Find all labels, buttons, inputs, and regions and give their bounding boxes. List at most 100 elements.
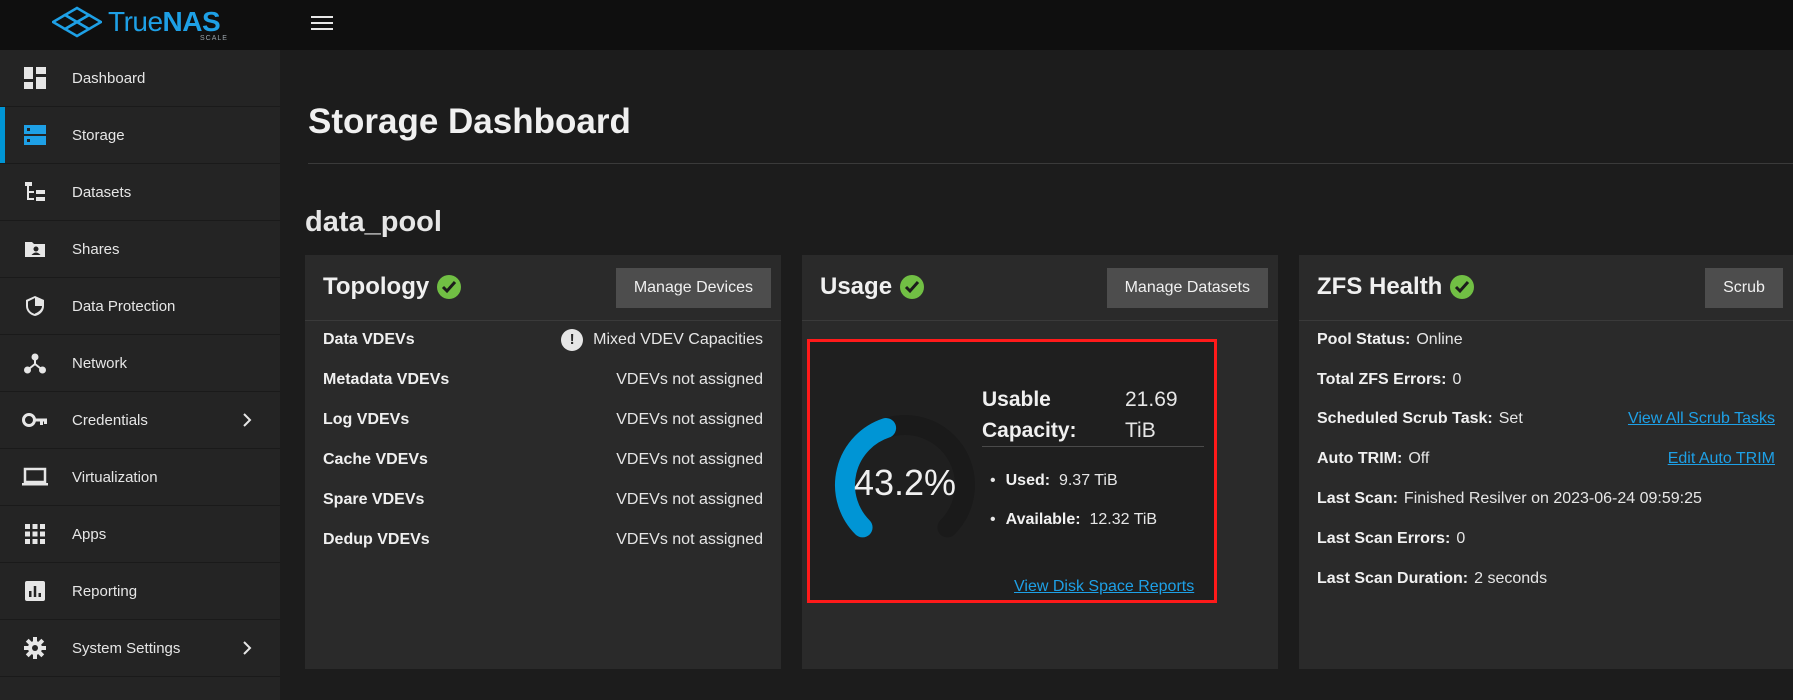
zfs-row-auto-trim: Auto TRIM: Off Edit Auto TRIM [1317, 447, 1775, 471]
sidebar-item-shares[interactable]: Shares [0, 221, 280, 278]
zfs-row-last-scan-duration: Last Scan Duration: 2 seconds [1317, 567, 1775, 591]
row-value: 2 seconds [1474, 570, 1548, 587]
card-header: Topology Manage Devices [305, 255, 781, 321]
sidebar-item-reporting[interactable]: Reporting [0, 563, 280, 620]
zfs-row-last-scan: Last Scan: Finished Resilver on 2023-06-… [1317, 487, 1775, 511]
row-value: Online [1416, 331, 1463, 348]
sidebar: Dashboard Storage Datasets Shares Data P… [0, 50, 280, 700]
sidebar-item-label: Reporting [72, 582, 138, 600]
truenas-logo[interactable]: TrueNAS SCALE [52, 4, 242, 44]
sidebar-item-network[interactable]: Network [0, 335, 280, 392]
sidebar-item-apps[interactable]: Apps [0, 506, 280, 563]
row-value: VDEVs not assigned [616, 411, 763, 428]
reporting-icon [22, 578, 48, 604]
main-content: Storage Dashboard data_pool Topology Man… [280, 50, 1793, 700]
sidebar-item-label: Dashboard [72, 69, 146, 87]
row-value: VDEVs not assigned [616, 491, 763, 508]
sidebar-item-credentials[interactable]: Credentials [0, 392, 280, 449]
sidebar-item-label: Data Protection [72, 297, 176, 315]
dashboard-icon [22, 65, 48, 91]
usable-capacity-value: 21.69 TiB [1125, 388, 1178, 442]
available-item: Available: 12.32 TiB [990, 511, 1158, 529]
usable-capacity-label: Usable Capacity: [982, 388, 1077, 442]
sidebar-item-data-protection[interactable]: Data Protection [0, 278, 280, 335]
datasets-icon [22, 179, 48, 205]
check-circle-icon [437, 275, 462, 299]
page-title: Storage Dashboard [308, 102, 631, 141]
sidebar-item-datasets[interactable]: Datasets [0, 164, 280, 221]
check-circle-icon [1450, 275, 1475, 299]
shares-icon [22, 236, 48, 262]
laptop-icon [22, 464, 48, 490]
used-item: Used: 9.37 TiB [990, 472, 1118, 490]
zfs-health-card: ZFS Health Scrub Pool Status: Online Tot… [1299, 255, 1793, 669]
edit-auto-trim-link[interactable]: Edit Auto TRIM [1668, 450, 1775, 468]
row-label: Scheduled Scrub Task: [1317, 410, 1493, 427]
pool-name: data_pool [305, 206, 442, 238]
sidebar-item-label: Virtualization [72, 468, 158, 486]
sidebar-item-label: Credentials [72, 411, 148, 429]
view-disk-space-reports-link[interactable]: View Disk Space Reports [1014, 578, 1194, 596]
row-value: Finished Resilver on 2023-06-24 09:59:25 [1403, 490, 1702, 507]
topology-row-data: Data VDEVs ! Mixed VDEV Capacities [323, 328, 763, 352]
warning-icon[interactable]: ! [561, 329, 584, 351]
logo-subtitle: SCALE [200, 35, 228, 42]
zfs-row-pool-status: Pool Status: Online [1317, 328, 1775, 352]
topology-row-metadata: Metadata VDEVs VDEVs not assigned [323, 368, 763, 392]
sidebar-item-storage[interactable]: Storage [0, 107, 280, 164]
manage-devices-button[interactable]: Manage Devices [615, 268, 771, 308]
scrub-button[interactable]: Scrub [1705, 268, 1783, 308]
logo-text: TrueNAS [108, 6, 221, 37]
usage-percent: 43.2% [853, 462, 957, 503]
topology-row-cache: Cache VDEVs VDEVs not assigned [323, 448, 763, 472]
topology-row-spare: Spare VDEVs VDEVs not assigned [323, 488, 763, 512]
chevron-right-icon [243, 641, 252, 655]
truenas-logo-icon [52, 6, 102, 38]
divider [308, 163, 1793, 164]
sidebar-item-system-settings[interactable]: System Settings [0, 620, 280, 677]
row-value: VDEVs not assigned [616, 451, 763, 468]
row-value: VDEVs not assigned [616, 531, 763, 548]
sidebar-item-label: System Settings [72, 639, 181, 657]
sidebar-item-virtualization[interactable]: Virtualization [0, 449, 280, 506]
top-bar: TrueNAS SCALE [0, 0, 1793, 50]
topology-row-dedup: Dedup VDEVs VDEVs not assigned [323, 528, 763, 552]
apps-grid-icon [22, 521, 48, 547]
gear-icon [22, 635, 48, 661]
chevron-right-icon [243, 413, 252, 427]
row-label: Total ZFS Errors: [1317, 371, 1447, 388]
row-value: 0 [1452, 371, 1462, 388]
zfs-row-scheduled-scrub: Scheduled Scrub Task: Set View All Scrub… [1317, 407, 1775, 431]
row-label: Dedup VDEVs [323, 531, 430, 548]
hamburger-icon[interactable] [308, 12, 336, 36]
sidebar-item-label: Apps [72, 525, 107, 543]
row-value: Set [1498, 410, 1523, 427]
row-label: Last Scan: [1317, 490, 1398, 507]
row-label: Auto TRIM: [1317, 450, 1403, 467]
usage-card: Usage Manage Datasets 43.2% Usable Capaci… [802, 255, 1278, 669]
card-header: ZFS Health Scrub [1299, 255, 1793, 321]
view-all-scrub-tasks-link[interactable]: View All Scrub Tasks [1628, 410, 1775, 428]
row-label: Data VDEVs [323, 331, 415, 348]
row-value: Off [1408, 450, 1430, 467]
row-value: ! Mixed VDEV Capacities [561, 329, 763, 351]
sidebar-item-label: Network [72, 354, 128, 372]
row-label: Last Scan Errors: [1317, 530, 1451, 547]
divider [982, 446, 1204, 447]
row-label: Metadata VDEVs [323, 371, 450, 388]
manage-datasets-button[interactable]: Manage Datasets [1106, 268, 1268, 308]
sidebar-item-label: Datasets [72, 183, 132, 201]
key-icon [22, 407, 48, 433]
card-title: Topology [323, 273, 462, 301]
sidebar-item-dashboard[interactable]: Dashboard [0, 50, 280, 107]
sidebar-item-label: Shares [72, 240, 120, 258]
row-label: Log VDEVs [323, 411, 410, 428]
topology-row-log: Log VDEVs VDEVs not assigned [323, 408, 763, 432]
card-title: Usage [820, 273, 925, 301]
usage-details-highlight: 43.2% UsableCapacity: 21.69TiB Used: 9.3… [807, 339, 1217, 603]
topology-card: Topology Manage Devices Data VDEVs ! Mixe… [305, 255, 781, 669]
row-label: Last Scan Duration: [1317, 570, 1469, 587]
row-value: VDEVs not assigned [616, 371, 763, 388]
storage-icon [22, 122, 48, 148]
network-icon [22, 350, 48, 376]
